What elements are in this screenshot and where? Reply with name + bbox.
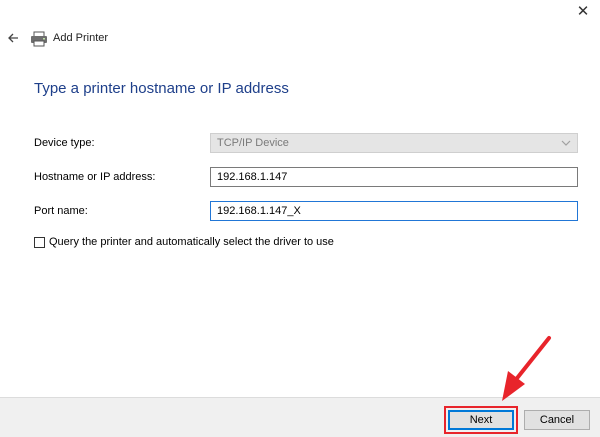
port-name-label: Port name:: [34, 205, 88, 217]
hostname-row: Hostname or IP address:: [34, 167, 580, 189]
query-printer-checkbox[interactable]: [34, 236, 45, 248]
device-type-value: TCP/IP Device: [217, 137, 289, 149]
next-button[interactable]: Next: [448, 410, 514, 430]
next-label: Next: [469, 414, 493, 426]
titlebar: Add Printer: [0, 28, 600, 50]
chevron-down-icon: [561, 140, 571, 146]
printer-icon: [31, 31, 47, 47]
close-icon: ✕: [576, 3, 590, 20]
hostname-input[interactable]: [210, 167, 578, 187]
cancel-button[interactable]: Cancel: [524, 410, 590, 430]
query-printer-label: Query the printer and automatically sele…: [49, 236, 334, 248]
query-printer-option[interactable]: Query the printer and automatically sele…: [34, 234, 334, 250]
hostname-label: Hostname or IP address:: [34, 171, 156, 183]
device-type-label: Device type:: [34, 137, 95, 149]
back-arrow-icon: [8, 33, 18, 43]
device-type-row: Device type: TCP/IP Device: [34, 133, 580, 155]
window-title: Add Printer: [53, 32, 109, 44]
close-button[interactable]: ✕: [566, 0, 600, 22]
port-name-input[interactable]: [210, 201, 578, 221]
device-type-select[interactable]: TCP/IP Device: [210, 133, 578, 153]
footer-bar: Next Cancel: [0, 397, 600, 437]
port-name-row: Port name:: [34, 201, 580, 223]
page-heading: Type a printer hostname or IP address: [34, 80, 289, 97]
cancel-label: Cancel: [539, 414, 575, 426]
back-button[interactable]: [4, 29, 22, 47]
